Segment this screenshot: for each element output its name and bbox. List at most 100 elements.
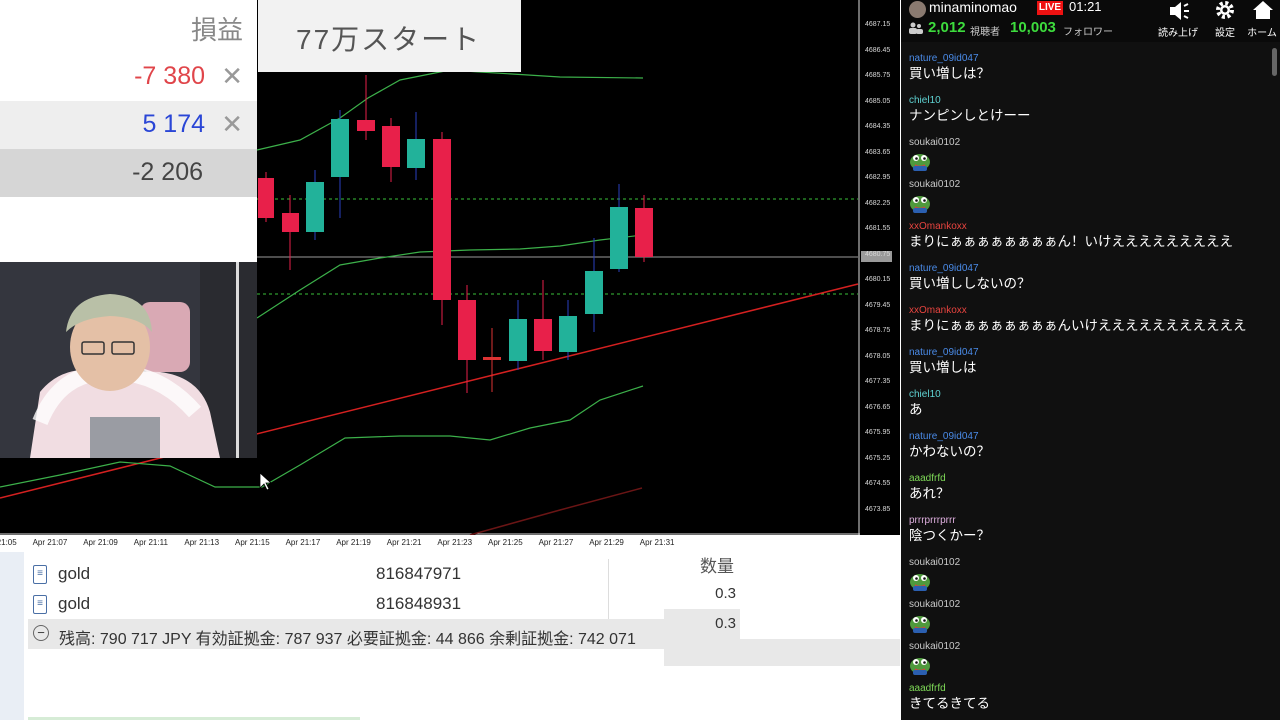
volume-value: 0.3 — [715, 615, 736, 632]
volume-column-header[interactable]: 数量 — [664, 552, 740, 576]
candle-bear — [534, 319, 552, 351]
price-tick-label: 4685.75 — [865, 72, 891, 79]
chat-message[interactable]: aaadfrfd きてるきてる — [909, 683, 1264, 713]
pnl-value: 5 174 — [142, 110, 205, 138]
chat-username[interactable]: nature_09id047 — [909, 347, 1264, 359]
volume-value: 0.3 — [715, 585, 736, 602]
settings-button[interactable]: 設定 — [1203, 0, 1247, 40]
column-separator — [608, 559, 609, 589]
collapse-icon[interactable]: − — [33, 625, 49, 641]
symbol-cell: gold — [58, 594, 91, 613]
chat-username[interactable]: xxOmankoxx — [909, 221, 1264, 233]
time-tick-label: Apr 21:17 — [285, 538, 321, 547]
follower-label: フォロワー — [1063, 27, 1113, 38]
chat-username[interactable]: chiel10 — [909, 389, 1264, 401]
pnl-value: -7 380 — [134, 62, 205, 90]
terminal-summary-fill — [664, 639, 900, 666]
chat-username[interactable]: nature_09id047 — [909, 263, 1264, 275]
time-tick-label: Apr 21:13 — [184, 538, 220, 547]
chat-message[interactable]: soukai0102 — [909, 557, 1264, 591]
chat-message[interactable]: nature_09id047 買い増しは — [909, 347, 1264, 377]
chat-message[interactable]: chiel10 ナンピンしとけーー — [909, 95, 1264, 125]
stream-caption: 77万スタート — [258, 0, 521, 72]
chat-username[interactable]: aaadfrfd — [909, 683, 1264, 695]
chat-username[interactable]: aaadfrfd — [909, 473, 1264, 485]
chat-message[interactable]: nature_09id047 買い増ししないの？ — [909, 263, 1264, 293]
chat-header: minaminomao LIVE 01:21 2,012 視聴者 10,003 … — [901, 0, 1280, 42]
home-label: ホーム — [1247, 28, 1277, 39]
chat-username[interactable]: soukai0102 — [909, 599, 1264, 611]
chat-username[interactable]: soukai0102 — [909, 179, 1264, 191]
chat-username[interactable]: nature_09id047 — [909, 431, 1264, 443]
position-row[interactable]: ≡ gold 816848931 — [28, 589, 664, 619]
time-tick-label: Apr 21:25 — [488, 538, 523, 547]
price-tick-label: 4680.75 — [865, 250, 891, 258]
price-tick-label: 4673.85 — [865, 505, 891, 513]
speaker-icon — [1170, 2, 1189, 20]
frog-stamp-icon — [910, 616, 930, 633]
candle-bear — [635, 208, 653, 257]
live-chat-panel: minaminomao LIVE 01:21 2,012 視聴者 10,003 … — [901, 0, 1280, 720]
candle-bull — [509, 319, 527, 361]
avatar — [909, 1, 926, 18]
candle-bull — [610, 207, 628, 269]
chat-username[interactable]: prrrprrrprrr — [909, 515, 1264, 527]
position-row[interactable]: ≡ gold 816847971 — [28, 559, 664, 589]
chat-message[interactable]: chiel10 あ — [909, 389, 1264, 419]
price-tick-label: 4686.45 — [865, 46, 891, 54]
chat-message-text: 買い増しは — [909, 360, 977, 375]
viewers-icon — [909, 22, 923, 34]
viewer-count: 2,012 — [928, 19, 966, 36]
chat-message[interactable]: nature_09id047 かわないの？ — [909, 431, 1264, 461]
time-tick-label: Apr 21:11 — [133, 538, 168, 547]
chat-username[interactable]: soukai0102 — [909, 137, 1264, 149]
chat-message[interactable]: aaadfrfd あれ？ — [909, 473, 1264, 503]
close-position-icon[interactable]: ✕ — [221, 61, 243, 92]
chat-message[interactable]: xxOmankoxx まりにぁぁぁぁぁぁぁぁんいけえええええええええええ — [909, 305, 1264, 335]
time-tick-label: Apr 21:07 — [32, 538, 68, 547]
chat-message[interactable]: nature_09id047 買い増しは？ — [909, 53, 1264, 83]
candle-bull — [331, 119, 349, 177]
close-position-icon[interactable]: ✕ — [221, 109, 243, 140]
gear-icon — [1216, 1, 1234, 19]
chat-message-text: きてるきてる — [909, 696, 990, 711]
price-tick-label: 4680.15 — [865, 276, 891, 283]
price-tick-label: 4675.25 — [865, 454, 891, 462]
time-tick-label: Apr 21:21 — [386, 538, 422, 547]
time-tick-label: Apr 21:29 — [589, 538, 624, 547]
balance-text: 残高: 790 717 JPY 有効証拠金: 787 937 必要証拠金: 44… — [59, 631, 636, 648]
webcam-image — [0, 262, 257, 458]
volume-header-label: 数量 — [700, 557, 734, 576]
column-separator — [608, 589, 609, 619]
candle-bull — [559, 316, 577, 352]
chat-username[interactable]: xxOmankoxx — [909, 305, 1264, 317]
chat-message[interactable]: soukai0102 — [909, 599, 1264, 633]
chat-scrollbar[interactable] — [1272, 48, 1277, 76]
home-icon — [1253, 1, 1273, 19]
chat-message[interactable]: soukai0102 — [909, 641, 1264, 675]
read-aloud-button[interactable]: 読み上げ — [1156, 0, 1200, 40]
candle-bull — [585, 271, 603, 314]
chat-username[interactable]: soukai0102 — [909, 641, 1264, 653]
pnl-row: -7 380 ✕ — [0, 53, 257, 101]
price-tick-label: 4678.75 — [865, 327, 891, 334]
price-tick-label: 4674.55 — [865, 480, 891, 487]
price-tick-label: 4678.05 — [865, 352, 891, 360]
candle-bear — [458, 300, 476, 360]
price-tick-label: 4683.65 — [865, 148, 891, 156]
streamer-name[interactable]: minaminomao — [929, 0, 1017, 15]
chat-username[interactable]: nature_09id047 — [909, 53, 1264, 65]
chat-username[interactable]: soukai0102 — [909, 557, 1264, 569]
chat-message[interactable]: xxOmankoxx まりにぁぁぁぁぁぁぁぁん！いけえええええええええ — [909, 221, 1264, 251]
home-button[interactable]: ホーム — [1244, 0, 1280, 40]
price-tick-label: 4677.35 — [865, 378, 891, 385]
account-balance-row[interactable]: − 残高: 790 717 JPY 有効証拠金: 787 937 必要証拠金: … — [28, 619, 664, 649]
chat-message[interactable]: soukai0102 — [909, 137, 1264, 171]
chat-username[interactable]: chiel10 — [909, 95, 1264, 107]
pnl-total-row: -2 206 — [0, 149, 257, 197]
time-axis: Apr 21:05 Apr 21:07 Apr 21:09 Apr 21:11 Apr … — [0, 535, 860, 552]
chat-message[interactable]: prrrprrrprrr 陰つくかー？ — [909, 515, 1264, 545]
chat-message-text: 買い増ししないの？ — [909, 276, 1031, 291]
frog-stamp-icon — [910, 574, 930, 591]
chat-message[interactable]: soukai0102 — [909, 179, 1264, 213]
